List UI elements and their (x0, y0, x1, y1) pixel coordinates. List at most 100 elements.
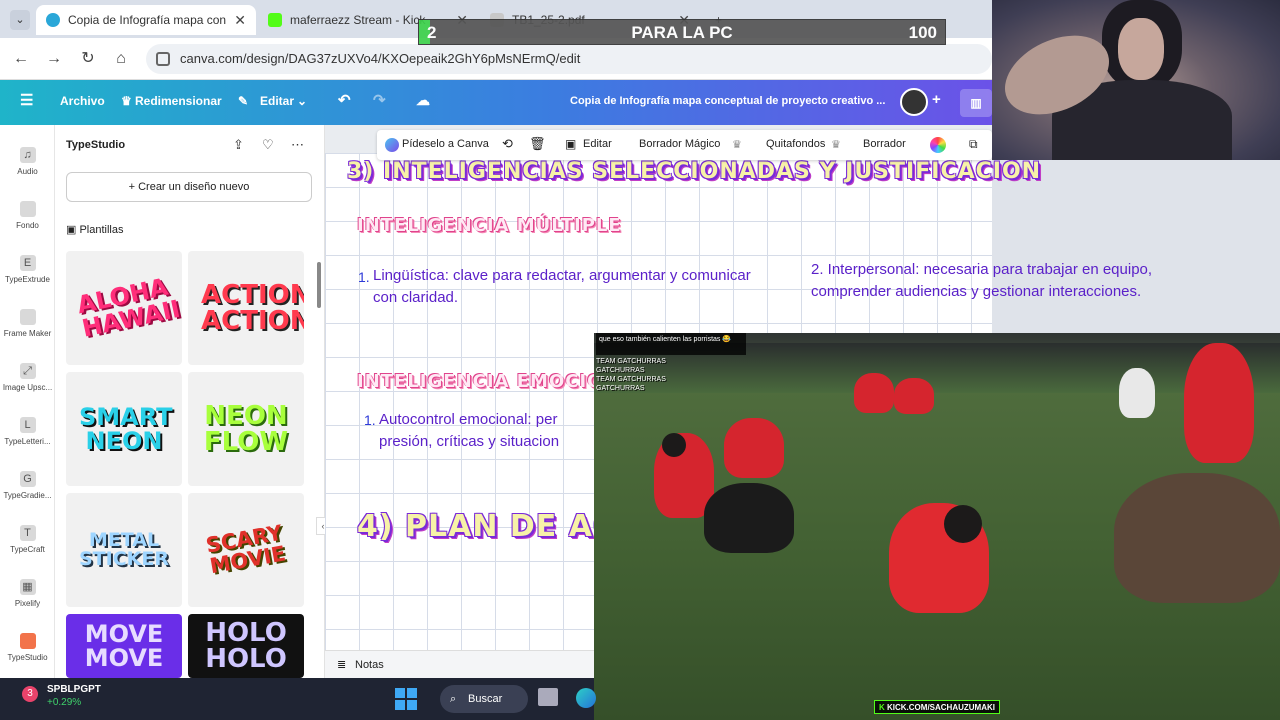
create-design-button[interactable]: + Crear un diseño nuevo (66, 172, 312, 202)
player-shape (894, 378, 934, 414)
templates-heading: ▣ Plantillas (66, 223, 123, 236)
streamer-webcam (992, 0, 1280, 160)
pixelify-icon: ▦ (19, 579, 36, 595)
insights-icon[interactable]: ▥ (960, 89, 992, 117)
player-shape (724, 418, 784, 478)
kick-icon: K (879, 703, 887, 712)
item-interpersonal[interactable]: 2. Interpersonal: necesaria para trabaja… (811, 259, 1221, 303)
item-linguistic[interactable]: Lingüística: clave para redactar, argume… (373, 265, 753, 309)
panel-scrollbar[interactable] (317, 262, 321, 308)
back-icon[interactable]: ← (10, 48, 32, 70)
stream-chat-overlay: que eso también calienten las porristas … (596, 333, 746, 355)
chevron-down-icon[interactable]: ⌄ (297, 94, 307, 108)
player-head (662, 433, 686, 457)
heart-icon[interactable]: ♡ (262, 137, 274, 153)
template-card[interactable]: ACTION ACTION (188, 251, 304, 365)
template-card[interactable]: METAL STICKER (66, 493, 182, 607)
redo-icon[interactable]: ↷ (373, 91, 386, 109)
notes-button[interactable]: Notas (355, 659, 384, 671)
edge-browser-icon[interactable] (576, 688, 596, 708)
file-menu-button[interactable]: Archivo (60, 94, 105, 108)
player-shape (1184, 343, 1254, 463)
template-card[interactable]: ALOHA HAWAII (66, 251, 182, 365)
context-toolbar: Pídeselo a Canva ⟲ 🗑 ▣ Editar Borrador M… (377, 130, 992, 160)
chat-message: GATCHURRAS (596, 385, 645, 392)
rail-label: Image Upsc... (2, 383, 53, 392)
template-card[interactable]: SCARY MOVIE (188, 493, 304, 607)
multiple-intelligence-title[interactable]: INTELIGENCIA MÚLTIPLE (357, 215, 622, 236)
tab-search-button[interactable]: ⌄ (10, 10, 30, 30)
rail-item-pixelify[interactable]: ▦ Pixelify (0, 579, 55, 608)
rail-label: TypeLetteri... (4, 437, 51, 446)
share-icon[interactable]: ⇪ (233, 137, 244, 153)
kick-channel-watermark: K KICK.COM/SACHAUZUMAKI (874, 700, 1000, 714)
image-edit-icon: ▣ (565, 137, 577, 151)
tab-canva[interactable]: Copia de Infografía mapa conce ✕ (36, 5, 256, 35)
add-collaborator-icon[interactable]: + (932, 91, 941, 108)
typestudio-icon (19, 633, 36, 649)
rail-label: TypeCraft (10, 545, 45, 554)
template-card[interactable]: MOVE MOVE (66, 614, 182, 678)
forward-icon[interactable]: → (43, 48, 65, 70)
template-card[interactable]: NEON FLOW (188, 372, 304, 486)
template-label: NEON FLOW (203, 401, 289, 457)
more-icon[interactable]: ⋯ (291, 137, 304, 153)
resize-button[interactable]: Redimensionar (135, 94, 222, 108)
cloud-saved-icon[interactable]: ☁ (416, 92, 430, 109)
color-wheel-icon[interactable] (930, 137, 946, 153)
button-label: Crear un diseño nuevo (138, 181, 250, 193)
document-title[interactable]: Copia de Infografía mapa conceptual de p… (570, 95, 885, 107)
rail-item-background[interactable]: Fondo (0, 201, 55, 230)
template-card[interactable]: SMART NEON (66, 372, 182, 486)
rail-item-frame-maker[interactable]: Frame Maker (0, 309, 55, 338)
reload-icon[interactable]: ↻ (77, 48, 99, 70)
section-heading-3[interactable]: 3) INTELIGENCIAS SELECCIONADAS Y JUSTIFI… (347, 159, 1041, 184)
player-shape (1114, 473, 1280, 603)
magic-eraser-button[interactable]: Borrador Mágico (639, 138, 720, 150)
typeextrude-icon: E (19, 255, 36, 271)
player-head (944, 505, 982, 543)
edit-mode-button[interactable]: Editar (260, 94, 294, 108)
lettering-icon: L (19, 417, 36, 433)
swap-icon[interactable]: ⟲ (502, 136, 513, 152)
goal-title: PARA LA PC (631, 23, 733, 42)
search-label: Buscar (468, 693, 503, 705)
plus-icon: + (128, 181, 139, 193)
url-input[interactable]: canva.com/design/DAG37zUXVo4/KXOepeaik2G… (146, 44, 992, 74)
gradient-icon: G (19, 471, 36, 487)
eraser-button[interactable]: Borrador (863, 138, 906, 150)
trash-icon[interactable]: 🗑 (529, 136, 546, 152)
rail-label: TypeGradie... (3, 491, 52, 500)
edit-button[interactable]: Editar (583, 138, 612, 150)
upscale-icon: ⤢ (19, 363, 36, 379)
menu-icon[interactable]: ☰ (20, 91, 33, 109)
template-card[interactable]: HOLO HOLO (188, 614, 304, 678)
undo-icon[interactable]: ↶ (338, 91, 351, 109)
user-avatar[interactable] (900, 88, 928, 116)
rail-item-typestudio[interactable]: TypeStudio (0, 633, 55, 662)
bg-remover-button[interactable]: Quitafondos (766, 138, 825, 150)
frame-icon (19, 309, 36, 325)
rail-item-image-upscaler[interactable]: ⤢ Image Upsc... (0, 363, 55, 392)
close-icon[interactable]: ✕ (234, 12, 246, 29)
stock-widget[interactable]: SPBLPGPT +0.29% (47, 684, 101, 708)
emotional-intelligence-title[interactable]: INTELIGENCIA EMOCIO (357, 371, 603, 392)
stock-widget-icon[interactable]: 3 (22, 686, 38, 702)
home-icon[interactable]: ⌂ (110, 48, 132, 70)
rail-item-audio[interactable]: ♫ Audio (0, 147, 55, 176)
goal-target: 100 (908, 23, 937, 42)
ask-canva-button[interactable]: Pídeselo a Canva (402, 138, 489, 150)
site-info-icon[interactable] (156, 52, 170, 66)
rail-label: Audio (17, 167, 38, 176)
rail-item-typelettering[interactable]: L TypeLetteri... (0, 417, 55, 446)
donation-goal-bar: 2 PARA LA PC 100 (418, 19, 946, 45)
crop-icon[interactable]: ⧉ (969, 137, 978, 152)
rail-item-typecraft[interactable]: T TypeCraft (0, 525, 55, 554)
windows-start-icon[interactable] (395, 688, 417, 710)
rail-item-typegradient[interactable]: G TypeGradie... (0, 471, 55, 500)
crown-icon: ♛ (831, 139, 841, 151)
rail-item-typeextrude[interactable]: E TypeExtrude (0, 255, 55, 284)
taskbar-search[interactable]: ⌕ Buscar (440, 685, 528, 713)
task-view-icon[interactable] (538, 688, 558, 706)
item-self-control[interactable]: Autocontrol emocional: per presión, crít… (379, 409, 594, 453)
